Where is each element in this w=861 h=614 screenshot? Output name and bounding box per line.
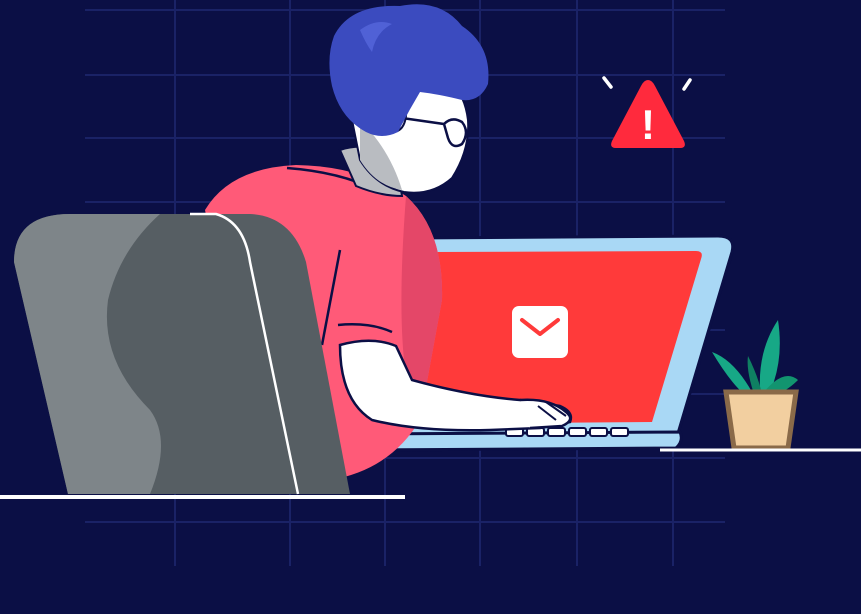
mail-icon [512, 306, 568, 358]
plant-icon [712, 320, 799, 451]
plant-pot [723, 389, 799, 451]
illustration-scene: ! [0, 0, 861, 614]
chair [14, 212, 350, 495]
warning-icon: ! [602, 76, 692, 148]
illustration-canvas: ! [0, 0, 861, 566]
warning-symbol: ! [641, 101, 655, 148]
laptop-base [368, 430, 683, 452]
